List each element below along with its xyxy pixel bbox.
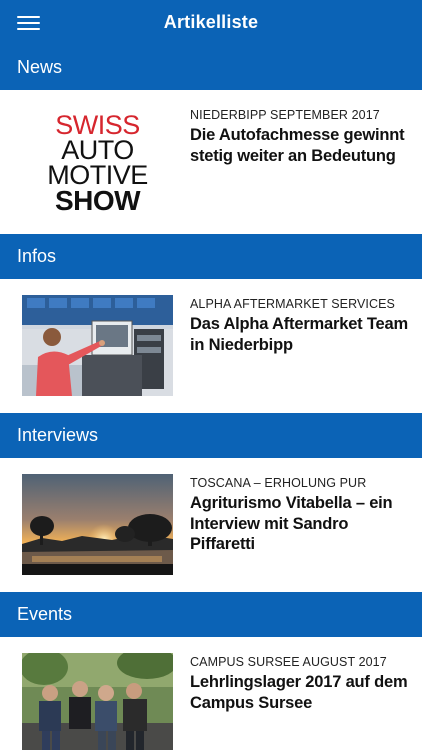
menu-bar [17, 16, 40, 18]
article-text: CAMPUS SURSEE AUGUST 2017 Lehrlingslager… [190, 654, 410, 713]
article-text: TOSCANA – ERHOLUNG PUR Agriturismo Vitab… [190, 475, 410, 555]
article-kicker: TOSCANA – ERHOLUNG PUR [190, 476, 367, 490]
section-header-news: News [0, 45, 422, 90]
article-text: NIEDERBIPP SEPTEMBER 2017 Die Autofachme… [190, 107, 410, 166]
article-thumbnail [22, 653, 173, 750]
article-card-interviews[interactable]: TOSCANA – ERHOLUNG PUR Agriturismo Vitab… [0, 458, 422, 592]
article-thumbnail [22, 295, 173, 396]
article-card-events[interactable]: CAMPUS SURSEE AUGUST 2017 Lehrlingslager… [0, 637, 422, 750]
article-headline: Lehrlingslager 2017 auf dem Campus Surse… [190, 673, 408, 712]
article-text: ALPHA AFTERMARKET SERVICES Das Alpha Aft… [190, 296, 410, 355]
workshop-photo [22, 295, 173, 396]
section-header-interviews: Interviews [0, 413, 422, 458]
logo-line: SHOW [54, 184, 141, 213]
menu-bar [17, 22, 40, 24]
article-kicker: ALPHA AFTERMARKET SERVICES [190, 297, 395, 311]
swiss-automotive-show-logo: SWISS AUTO MOTIVE SHOW [22, 112, 173, 213]
logo-line: SWISS [55, 112, 140, 140]
article-headline: Agriturismo Vitabella – ein Interview mi… [190, 494, 393, 553]
article-card-infos[interactable]: ALPHA AFTERMARKET SERVICES Das Alpha Aft… [0, 279, 422, 413]
page-title: Artikelliste [163, 12, 259, 32]
article-kicker: CAMPUS SURSEE AUGUST 2017 [190, 655, 387, 669]
logo-line: MOTIVE [47, 159, 148, 190]
group-photo [22, 653, 173, 750]
app-header: Artikelliste [0, 0, 422, 45]
article-card-news[interactable]: SWISS AUTO MOTIVE SHOW NIEDERBIPP SEPTEM… [0, 90, 422, 234]
logo-line: AUTO [61, 134, 134, 165]
section-header-events: Events [0, 592, 422, 637]
menu-bar [17, 28, 40, 30]
article-kicker: NIEDERBIPP SEPTEMBER 2017 [190, 108, 380, 122]
section-header-infos: Infos [0, 234, 422, 279]
sunset-photo [22, 474, 173, 575]
article-thumbnail [22, 474, 173, 575]
article-headline: Das Alpha Aftermarket Team in Niederbipp [190, 315, 408, 354]
article-headline: Die Autofachmesse gewinnt stetig weiter … [190, 126, 405, 165]
hamburger-menu-icon[interactable] [12, 9, 46, 37]
